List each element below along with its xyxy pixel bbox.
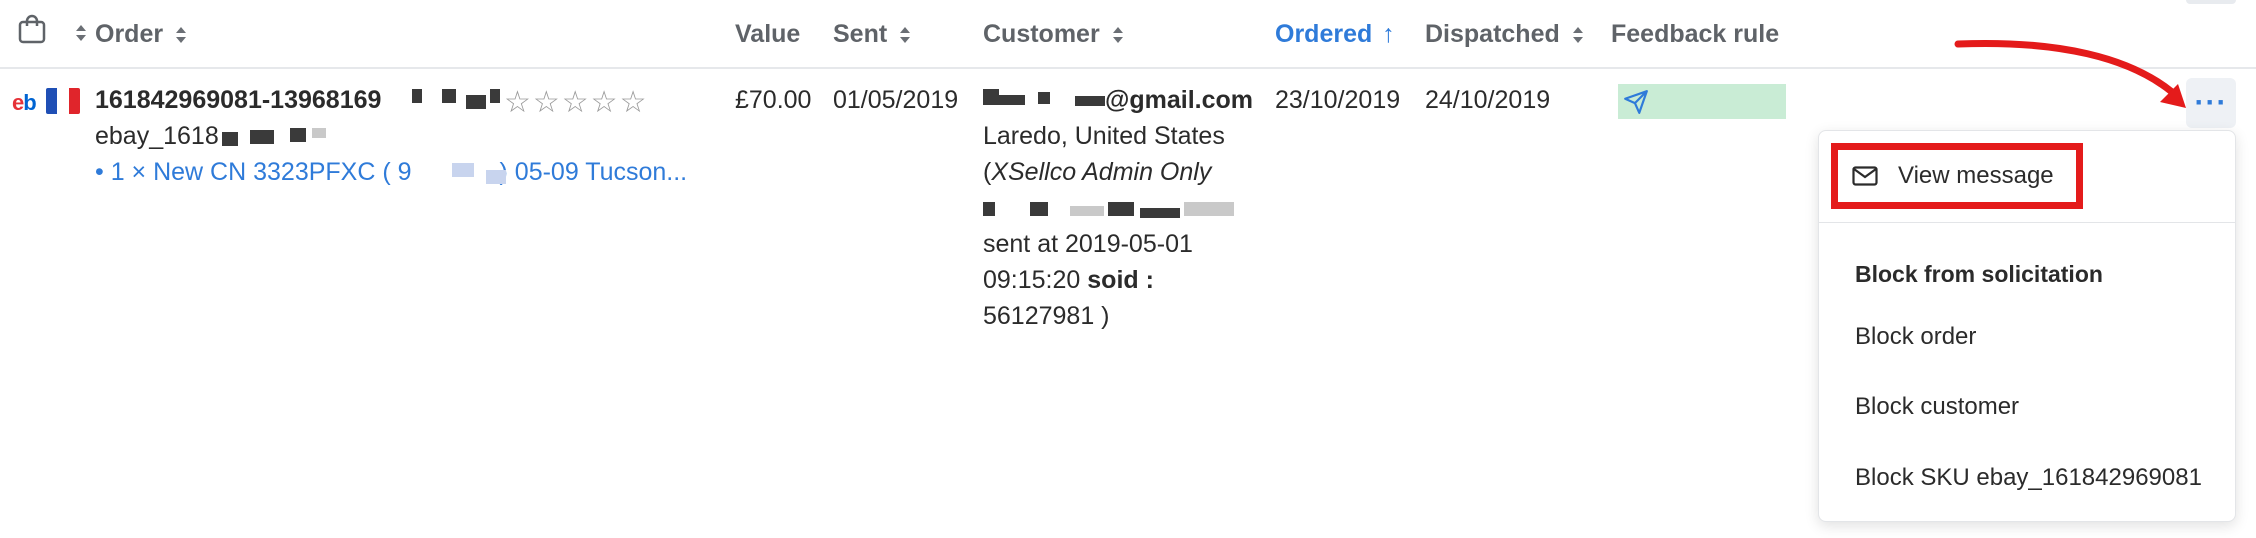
- redacted-text: [490, 89, 500, 103]
- column-feedback-rule[interactable]: Feedback rule: [1611, 20, 1779, 49]
- view-message-menu-item[interactable]: View message: [1831, 143, 2083, 209]
- dispatched-date: 24/10/2019: [1425, 86, 1551, 114]
- redacted-text: [442, 89, 456, 103]
- sort-icon: [1572, 24, 1584, 46]
- redacted-text: [412, 89, 422, 103]
- sent-date: 01/05/2019: [833, 86, 959, 114]
- ordered-date: 23/10/2019: [1275, 86, 1401, 114]
- redacted-text: [1140, 208, 1180, 218]
- sku-text: ebay_1618: [95, 122, 219, 150]
- menu-divider: [1819, 222, 2235, 223]
- redacted-text: [1038, 92, 1050, 104]
- shopping-bag-icon[interactable]: [18, 14, 46, 44]
- redacted-text: [1070, 206, 1104, 216]
- item-link[interactable]: • 1 × New CN 3323PFXC ( 9) 05-09 Tucson.…: [95, 158, 687, 187]
- sort-icon: [899, 24, 911, 46]
- redacted-text: [983, 89, 999, 105]
- sent-at-time: 09:15:20 soid :: [983, 266, 1154, 294]
- view-message-label: View message: [1898, 162, 2054, 189]
- customer-email[interactable]: @gmail.com: [1105, 86, 1253, 115]
- envelope-icon: [1852, 166, 1878, 186]
- redacted-text: [222, 132, 238, 146]
- admin-note: (XSellco Admin Only: [983, 158, 1212, 186]
- more-actions-button[interactable]: ···: [2186, 78, 2236, 128]
- table-header: Order Value Sent Customer Ordered ↑ Dispa…: [0, 0, 2256, 69]
- sent-at-line: sent at 2019-05-01: [983, 230, 1193, 258]
- france-flag-icon: [46, 88, 80, 114]
- rating-stars[interactable]: ☆☆☆☆☆: [504, 85, 648, 120]
- redacted-text: [486, 170, 506, 184]
- redacted-text: [250, 130, 274, 144]
- redacted-text: [1075, 96, 1105, 106]
- customer-location: Laredo, United States: [983, 122, 1225, 150]
- feedback-rule-status[interactable]: [1618, 84, 1786, 119]
- paper-plane-icon: [1624, 90, 1648, 114]
- order-value: £70.00: [735, 86, 812, 114]
- sort-icon[interactable]: [75, 22, 87, 44]
- column-order[interactable]: Order: [95, 20, 187, 49]
- block-order-menu-item[interactable]: Block order: [1855, 323, 1976, 351]
- redacted-text: [1108, 202, 1134, 216]
- order-id[interactable]: 161842969081-13968169: [95, 86, 381, 115]
- block-customer-menu-item[interactable]: Block customer: [1855, 393, 2019, 421]
- sort-icon: [175, 24, 187, 46]
- ebay-logo: eb: [12, 90, 37, 115]
- header-action-button[interactable]: [2186, 0, 2236, 4]
- block-section-heading: Block from solicitation: [1855, 261, 2103, 287]
- redacted-text: [312, 128, 326, 138]
- column-dispatched[interactable]: Dispatched: [1425, 20, 1584, 49]
- column-value[interactable]: Value: [735, 20, 800, 49]
- redacted-text: [290, 128, 306, 142]
- redacted-text: [1030, 202, 1048, 216]
- sort-icon: [1112, 24, 1124, 46]
- column-ordered[interactable]: Ordered ↑: [1275, 20, 1395, 49]
- redacted-text: [466, 95, 486, 109]
- actions-dropdown-menu: View message Block from solicitation Blo…: [1818, 130, 2236, 522]
- column-customer[interactable]: Customer: [983, 20, 1124, 49]
- redacted-text: [1184, 202, 1234, 216]
- block-sku-menu-item[interactable]: Block SKU ebay_161842969081: [1855, 464, 2202, 492]
- redacted-text: [983, 202, 995, 216]
- column-sent[interactable]: Sent: [833, 20, 911, 49]
- sort-ascending-icon: ↑: [1382, 20, 1395, 48]
- soid-value: 56127981 ): [983, 302, 1110, 330]
- redacted-text: [999, 95, 1025, 105]
- redacted-text: [452, 163, 474, 177]
